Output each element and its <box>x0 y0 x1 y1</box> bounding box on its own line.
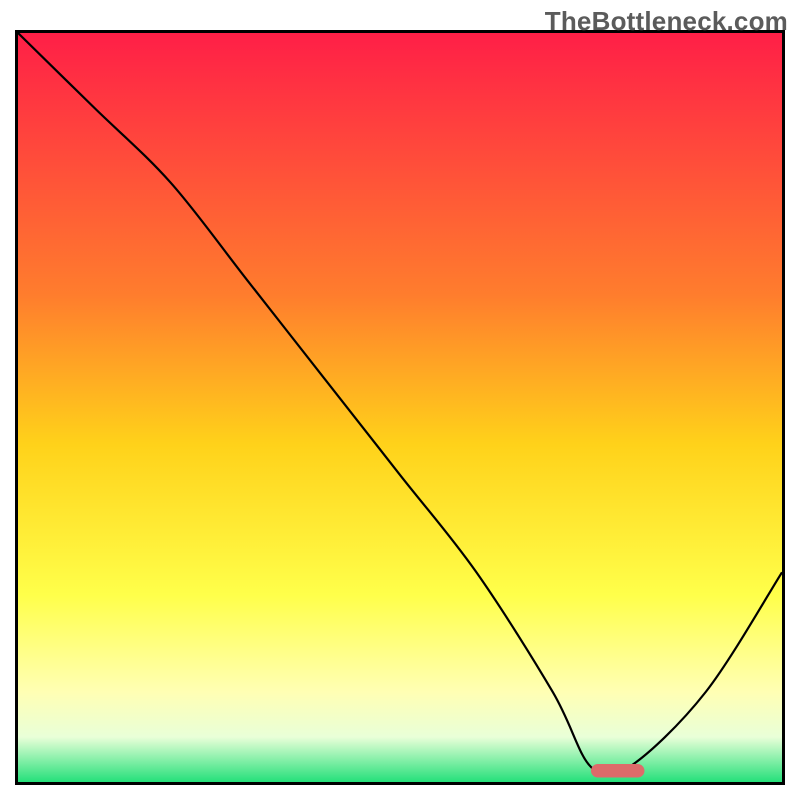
watermark-label: TheBottleneck.com <box>545 6 788 37</box>
plot-area <box>15 30 785 785</box>
optimal-marker <box>591 764 644 777</box>
chart-container: TheBottleneck.com <box>0 0 800 800</box>
chart-svg <box>18 33 782 782</box>
